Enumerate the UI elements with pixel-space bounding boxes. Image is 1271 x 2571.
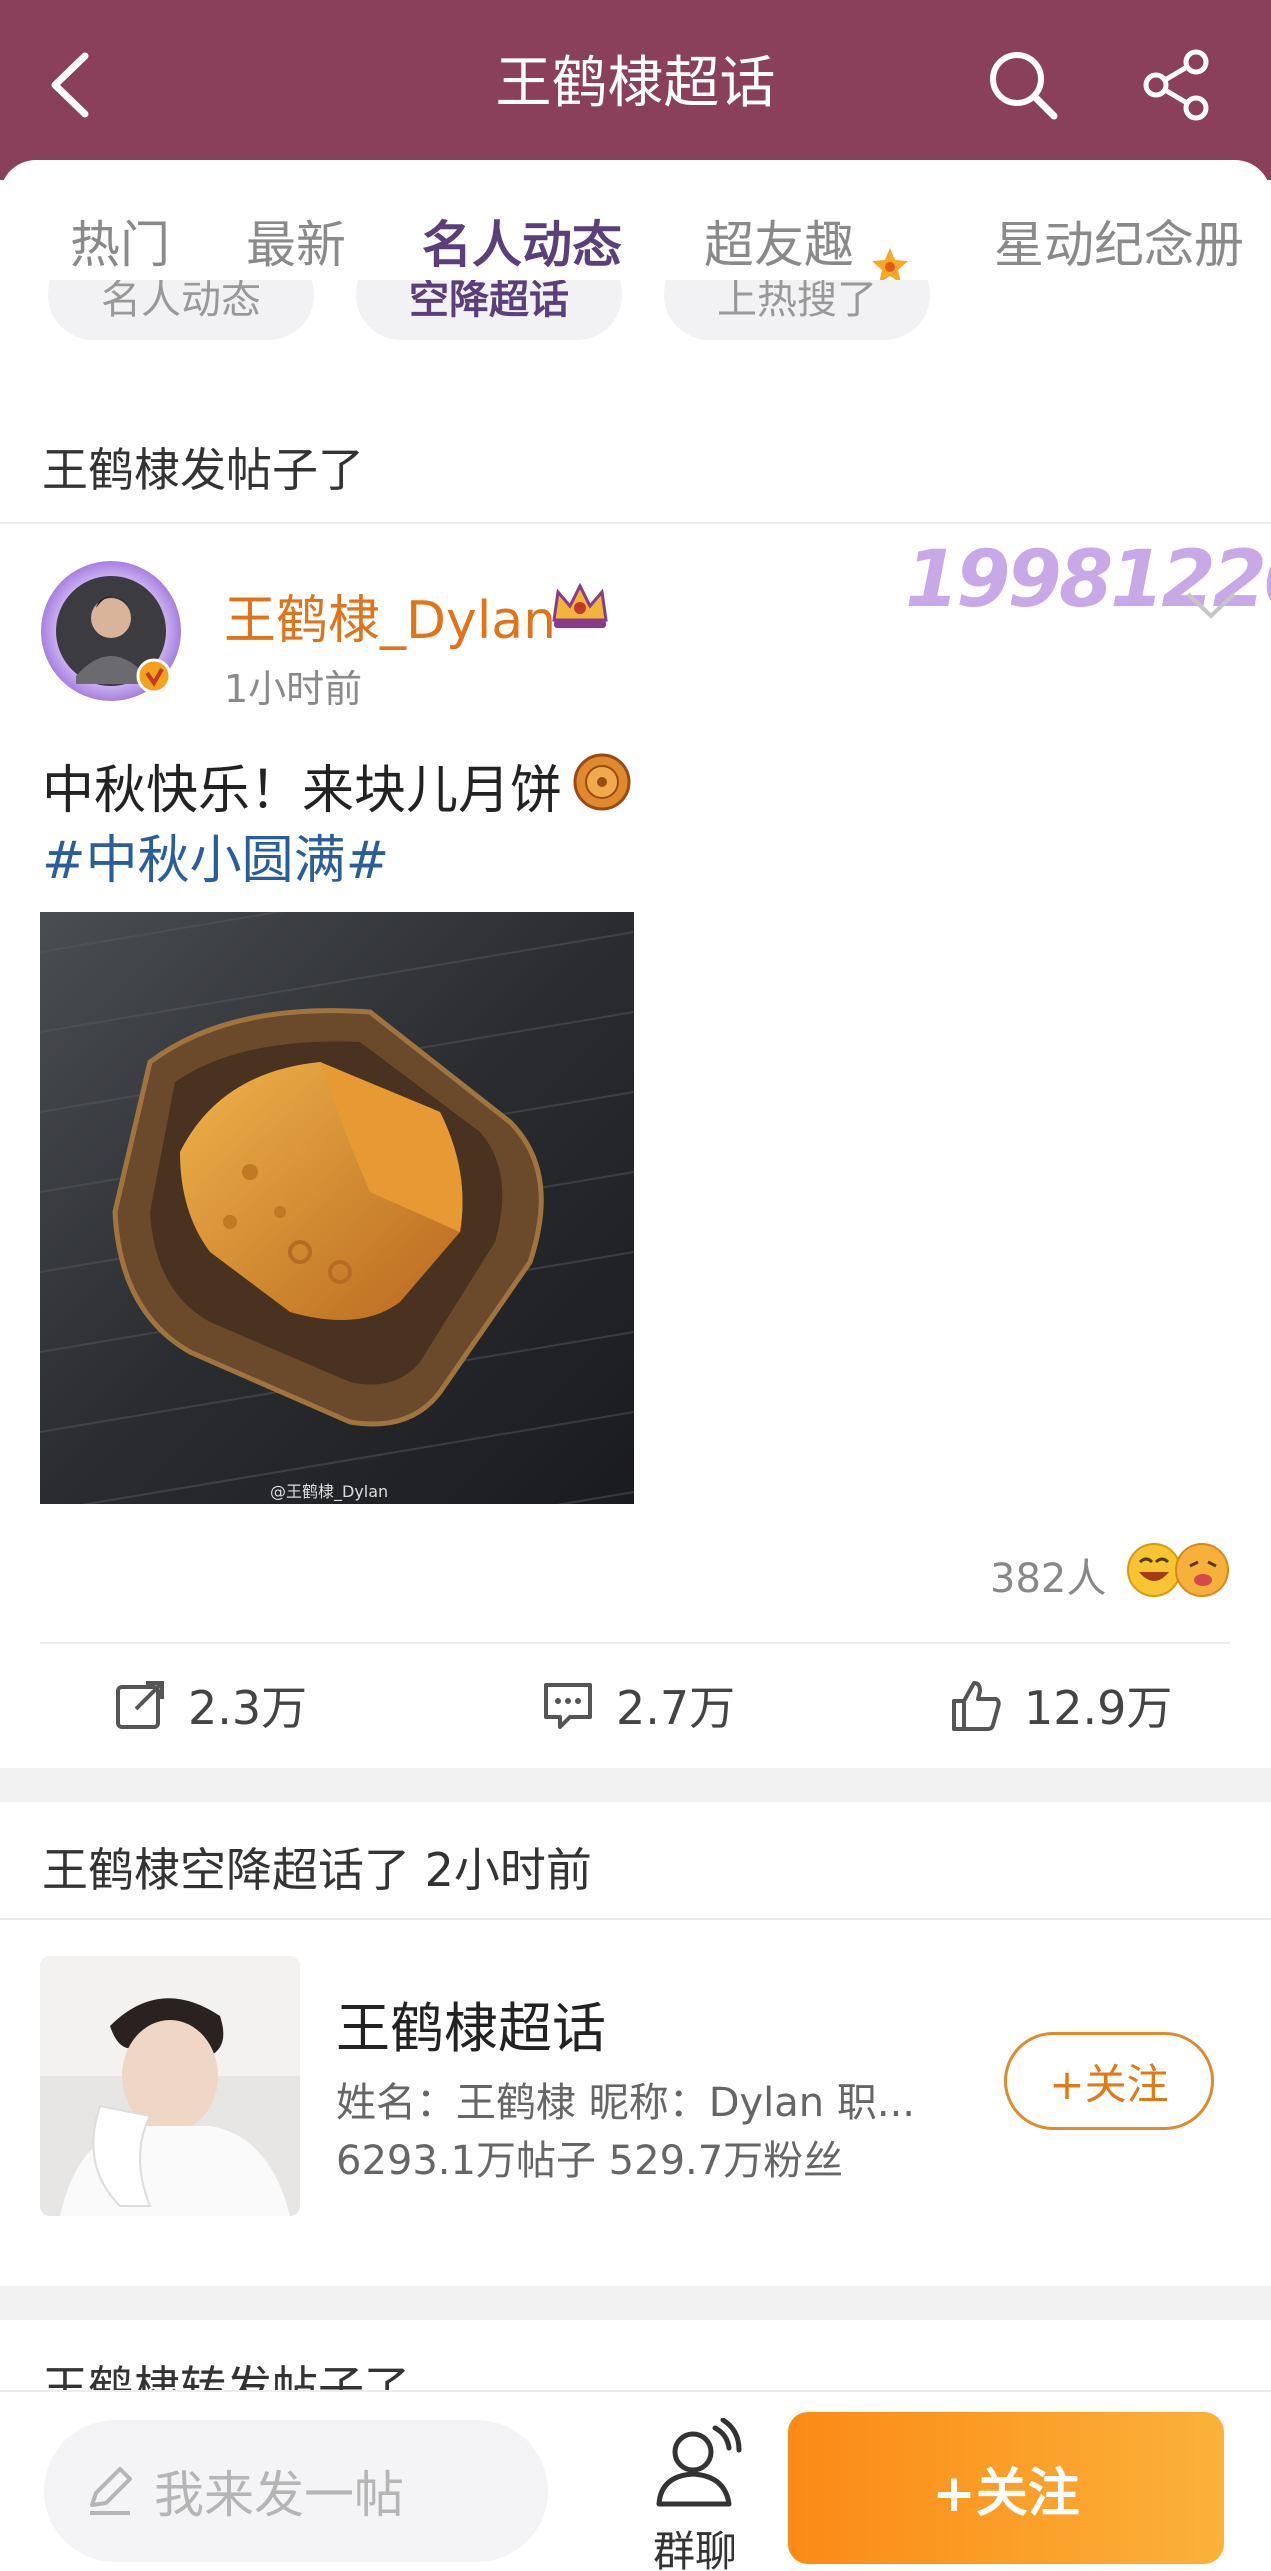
- bottom-bar: 我来发一帖 群聊 +关注: [0, 2390, 1271, 2571]
- share-icon: [1143, 49, 1209, 121]
- section-gap: [0, 2286, 1271, 2320]
- search-icon: [990, 52, 1058, 120]
- like-button[interactable]: 12.9万: [948, 1672, 1172, 1738]
- pencil-icon: [90, 2467, 132, 2515]
- tab-memory-album[interactable]: 星动纪念册: [994, 200, 1244, 290]
- divider: [40, 1642, 1230, 1644]
- topic-thumbnail[interactable]: [40, 1956, 300, 2216]
- compose-input[interactable]: 我来发一帖: [44, 2420, 548, 2562]
- tab-bar: 热门 最新 名人动态 超友趣 星动纪念册: [0, 200, 1271, 290]
- search-button[interactable]: [978, 40, 1068, 130]
- topic-follow-button[interactable]: +关注: [1004, 2032, 1214, 2130]
- chip-celebrity[interactable]: 名人动态: [48, 280, 314, 340]
- crown-badge-icon: [552, 582, 608, 628]
- repost-button[interactable]: 2.3万: [112, 1672, 307, 1738]
- mooncake-photo: [40, 912, 634, 1504]
- post-section-label: 王鹤棣发帖子了: [42, 443, 364, 497]
- top-bar: 王鹤棣超话: [0, 0, 1271, 180]
- group-chat-label: 群聊: [652, 2527, 737, 2571]
- compose-placeholder: 我来发一帖: [154, 2466, 404, 2524]
- group-chat-icon: [656, 2418, 742, 2507]
- group-chat-button[interactable]: 群聊: [640, 2418, 750, 2571]
- chip-trending[interactable]: 上热搜了: [664, 280, 930, 340]
- comment-count: 2.7万: [616, 1681, 736, 1735]
- chevron-down-icon[interactable]: [1184, 588, 1238, 622]
- tab-latest[interactable]: 最新: [246, 200, 346, 290]
- comment-button[interactable]: 2.7万: [540, 1672, 735, 1738]
- post-image[interactable]: [40, 912, 634, 1504]
- page-title: 王鹤棣超话: [495, 51, 776, 116]
- topic-stats: 6293.1万帖子 529.7万粉丝: [336, 2138, 844, 2184]
- avatar-image: [41, 561, 181, 701]
- comment-icon: [544, 1683, 592, 1729]
- post-text: 中秋快乐！来块儿月饼: [42, 761, 563, 821]
- chip-airdrop[interactable]: 空降超话: [356, 280, 622, 340]
- mooncake-icon: [573, 753, 631, 811]
- filter-chips: 名人动态 空降超话 上热搜了: [0, 280, 1271, 360]
- share-button[interactable]: [1132, 40, 1222, 130]
- reaction-count: 382人: [990, 1556, 1107, 1602]
- topic-section-label: 王鹤棣空降超话了 2小时前: [42, 1843, 592, 1897]
- avatar[interactable]: [36, 556, 186, 706]
- divider: [0, 522, 1271, 524]
- repost-icon: [116, 1681, 164, 1729]
- section-gap: [0, 1768, 1271, 1802]
- post-time: 1小时前: [224, 667, 363, 711]
- hashtag-link[interactable]: #中秋小圆满#: [42, 818, 389, 893]
- follow-button[interactable]: +关注: [788, 2412, 1224, 2564]
- repost-count: 2.3万: [188, 1681, 308, 1735]
- like-count: 12.9万: [1024, 1681, 1173, 1735]
- topic-photo: [40, 1956, 300, 2216]
- author-name[interactable]: 王鹤棣_Dylan: [224, 578, 556, 653]
- divider: [0, 1918, 1271, 1920]
- topic-title[interactable]: 王鹤棣超话: [336, 1984, 606, 2063]
- tab-fan-fun[interactable]: 超友趣: [704, 200, 854, 290]
- tab-celebrity-updates[interactable]: 名人动态: [422, 200, 622, 290]
- tab-hot[interactable]: 热门: [70, 200, 170, 290]
- topic-description: 姓名：王鹤棣 昵称：Dylan 职...: [336, 2080, 916, 2126]
- image-watermark: @王鹤棣_Dylan: [270, 1482, 389, 1501]
- thumbs-up-icon: [952, 1681, 1001, 1731]
- reaction-emoji-icon[interactable]: [1124, 1540, 1234, 1600]
